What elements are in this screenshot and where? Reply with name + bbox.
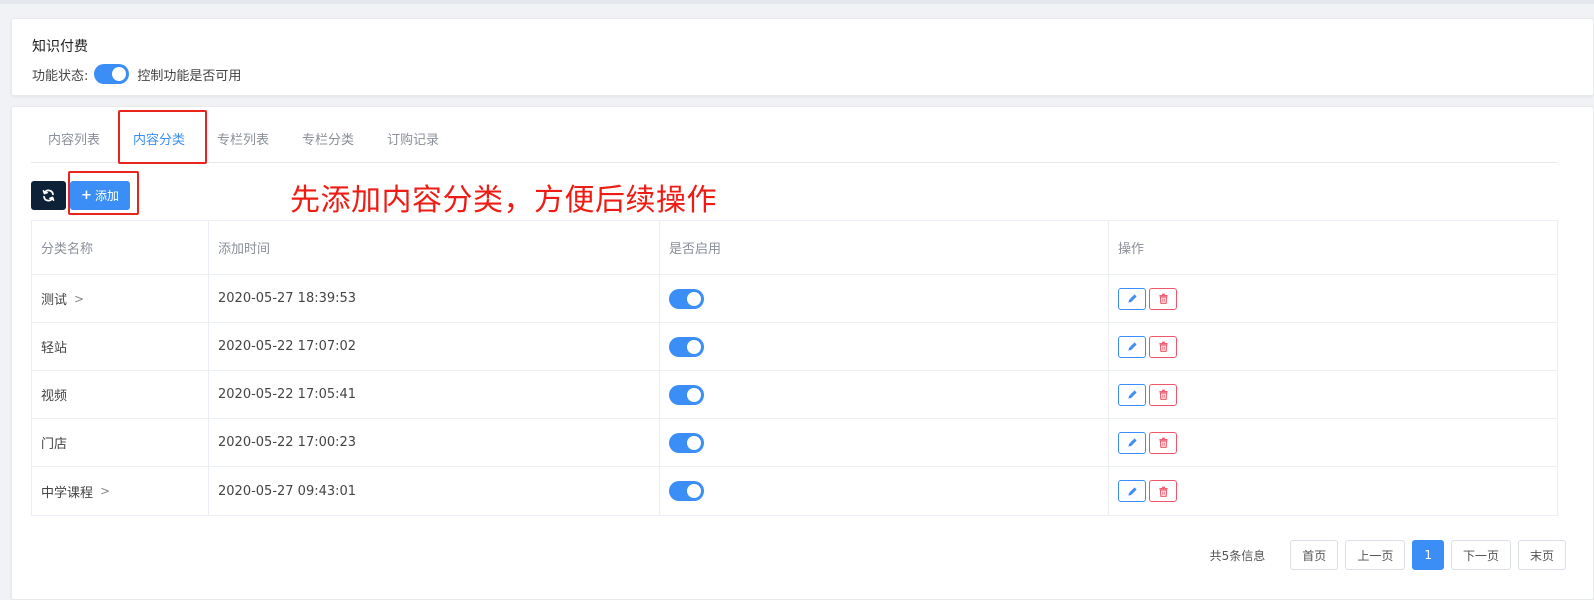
enabled-cell — [660, 419, 1109, 466]
pencil-icon — [1127, 437, 1138, 448]
pagination-first[interactable]: 首页 — [1290, 540, 1339, 570]
category-name: 门店 — [41, 437, 68, 452]
feature-status-toggle[interactable] — [94, 64, 130, 84]
chevron-right-icon[interactable]: > — [74, 292, 84, 306]
enabled-cell — [660, 371, 1109, 418]
tab-column-list[interactable]: 专栏列表 — [217, 121, 269, 163]
pagination-last[interactable]: 末页 — [1517, 540, 1566, 570]
enabled-cell — [660, 467, 1109, 515]
feature-title: 知识付费 — [32, 39, 88, 55]
added-time: 2020-05-27 18:39:53 — [218, 291, 357, 306]
column-header-actions: 操作 — [1118, 242, 1145, 257]
enabled-toggle[interactable] — [669, 432, 704, 453]
delete-button[interactable] — [1149, 383, 1177, 406]
table-body: 测试 >2020-05-27 18:39:53 轻站 2020-05-22 17:07… — [32, 275, 1557, 515]
edit-button[interactable] — [1118, 480, 1146, 502]
enabled-toggle[interactable] — [669, 288, 704, 309]
trash-icon — [1158, 486, 1169, 497]
pencil-icon — [1127, 389, 1138, 400]
refresh-icon — [42, 189, 55, 202]
column-header-name: 分类名称 — [32, 221, 209, 274]
table-row: 门店 2020-05-22 17:00:23 — [32, 419, 1557, 467]
annotation-text: 先添加内容分类，方便后续操作 — [290, 183, 717, 218]
pagination: 共5条信息 首页 上一页 1 下一页 末页 — [1210, 540, 1566, 570]
trash-icon — [1158, 341, 1169, 352]
enabled-toggle[interactable] — [669, 336, 704, 357]
status-label: 功能状态: — [32, 68, 89, 84]
column-header-time: 添加时间 — [209, 221, 660, 274]
edit-button[interactable] — [1118, 383, 1146, 406]
edit-button[interactable] — [1118, 335, 1146, 358]
pencil-icon — [1127, 486, 1138, 497]
pagination-total: 共5条信息 — [1209, 548, 1266, 563]
category-name: 轻站 — [41, 341, 68, 356]
added-time-cell: 2020-05-22 17:00:23 — [209, 419, 660, 466]
pagination-prev[interactable]: 上一页 — [1345, 540, 1406, 570]
highlight-box-tab — [118, 110, 207, 164]
added-time: 2020-05-22 17:05:41 — [218, 387, 357, 402]
actions-cell — [1109, 371, 1557, 418]
pagination-current-page[interactable]: 1 — [1412, 540, 1444, 570]
delete-button[interactable] — [1149, 287, 1177, 310]
chevron-right-icon[interactable]: > — [100, 484, 110, 498]
category-name: 视频 — [41, 389, 68, 404]
added-time: 2020-05-22 17:07:02 — [218, 339, 357, 354]
enabled-cell — [660, 323, 1109, 370]
category-name-cell: 测试 > — [32, 275, 209, 322]
feature-status-card: 知识付费 功能状态: 控制功能是否可用 — [11, 18, 1594, 96]
added-time-cell: 2020-05-27 09:43:01 — [209, 467, 660, 515]
category-name-cell: 轻站 — [32, 323, 209, 370]
actions-cell — [1109, 275, 1557, 322]
actions-cell — [1109, 467, 1557, 515]
tab-bar: 内容列表 内容分类 专栏列表 专栏分类 订购记录 — [31, 121, 1557, 164]
trash-icon — [1158, 293, 1169, 304]
pencil-icon — [1127, 293, 1138, 304]
table-header: 分类名称 添加时间 是否启用 操作 — [32, 221, 1557, 275]
delete-button[interactable] — [1149, 335, 1177, 358]
category-table: 分类名称 添加时间 是否启用 操作 测试 >2020-05-27 18:39:53… — [31, 220, 1558, 516]
category-name-cell: 门店 — [32, 419, 209, 466]
enabled-toggle[interactable] — [669, 481, 704, 501]
category-name-cell: 视频 — [32, 371, 209, 418]
added-time: 2020-05-27 09:43:01 — [218, 483, 357, 499]
column-header-enabled: 是否启用 — [660, 221, 1109, 274]
tab-content-list[interactable]: 内容列表 — [48, 121, 100, 163]
added-time-cell: 2020-05-22 17:05:41 — [209, 371, 660, 418]
actions-cell — [1109, 323, 1557, 370]
delete-button[interactable] — [1149, 480, 1177, 502]
pencil-icon — [1127, 341, 1138, 352]
top-strip — [0, 0, 1594, 4]
tab-column-category[interactable]: 专栏分类 — [302, 121, 354, 163]
trash-icon — [1158, 437, 1169, 448]
category-name: 测试 — [41, 293, 68, 308]
status-hint: 控制功能是否可用 — [137, 68, 242, 84]
pagination-next[interactable]: 下一页 — [1450, 540, 1511, 570]
added-time-cell: 2020-05-22 17:07:02 — [209, 323, 660, 370]
table-row: 中学课程 >2020-05-27 09:43:01 — [32, 467, 1557, 515]
tab-order-records[interactable]: 订购记录 — [387, 121, 439, 163]
feature-status-row: 功能状态: 控制功能是否可用 — [32, 63, 241, 85]
category-name-cell: 中学课程 > — [32, 467, 209, 515]
delete-button[interactable] — [1149, 431, 1177, 454]
added-time-cell: 2020-05-27 18:39:53 — [209, 275, 660, 322]
enabled-toggle[interactable] — [669, 384, 704, 405]
enabled-cell — [660, 275, 1109, 322]
table-row: 视频 2020-05-22 17:05:41 — [32, 371, 1557, 419]
refresh-button[interactable] — [31, 181, 66, 210]
trash-icon — [1158, 389, 1169, 400]
category-name: 中学课程 — [41, 485, 94, 501]
table-row: 轻站 2020-05-22 17:07:02 — [32, 323, 1557, 371]
added-time: 2020-05-22 17:00:23 — [218, 435, 357, 450]
highlight-box-add — [68, 171, 139, 215]
edit-button[interactable] — [1118, 287, 1146, 310]
actions-cell — [1109, 419, 1557, 466]
table-row: 测试 >2020-05-27 18:39:53 — [32, 275, 1557, 323]
edit-button[interactable] — [1118, 431, 1146, 454]
category-panel: 内容列表 内容分类 专栏列表 专栏分类 订购记录 + 添加 先添加内容分类，方便… — [11, 106, 1594, 600]
